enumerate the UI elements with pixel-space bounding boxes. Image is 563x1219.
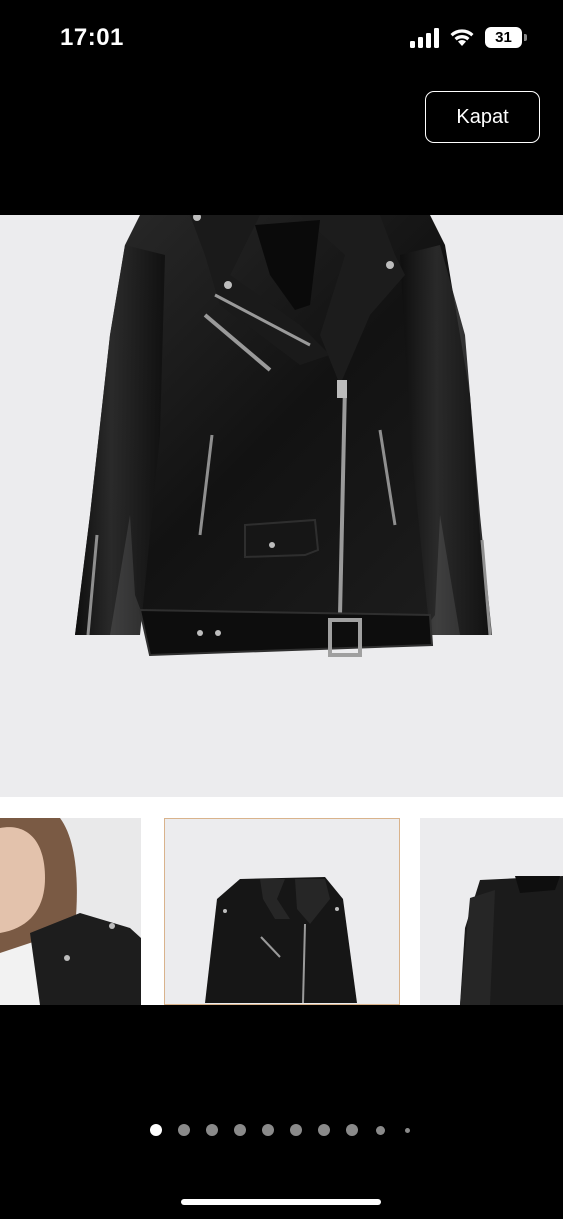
- thumbnail-jacket-back[interactable]: [420, 818, 563, 1005]
- status-time: 17:01: [60, 24, 124, 51]
- main-product-image[interactable]: [0, 215, 563, 797]
- jacket-front-thumbnail: [165, 819, 398, 1003]
- bottom-area: [0, 1005, 563, 1219]
- pagination-dot[interactable]: [150, 1124, 162, 1136]
- model-photo: [0, 818, 141, 1005]
- pagination-dot[interactable]: [178, 1124, 190, 1136]
- jacket-back-thumbnail: [420, 818, 563, 1005]
- pagination-dot[interactable]: [346, 1124, 358, 1136]
- pagination-dots[interactable]: [0, 1122, 563, 1138]
- battery-level: 31: [485, 27, 522, 48]
- cellular-signal-icon: [410, 28, 439, 48]
- pagination-dot[interactable]: [318, 1124, 330, 1136]
- pagination-dot[interactable]: [234, 1124, 246, 1136]
- pagination-dot[interactable]: [290, 1124, 302, 1136]
- thumbnail-strip: [0, 797, 563, 1005]
- close-button[interactable]: Kapat: [425, 91, 540, 143]
- thumbnail-jacket-front[interactable]: [164, 818, 400, 1005]
- pagination-dot[interactable]: [206, 1124, 218, 1136]
- jacket-front-image: [75, 215, 492, 657]
- battery-icon: 31: [485, 27, 527, 48]
- home-indicator[interactable]: [181, 1199, 381, 1205]
- thumbnail-model[interactable]: [0, 818, 141, 1005]
- pagination-dot[interactable]: [404, 1127, 410, 1133]
- pagination-dot[interactable]: [375, 1125, 385, 1135]
- pagination-dot[interactable]: [262, 1124, 274, 1136]
- wifi-icon: [450, 29, 474, 46]
- status-bar: 17:01 31: [0, 0, 563, 76]
